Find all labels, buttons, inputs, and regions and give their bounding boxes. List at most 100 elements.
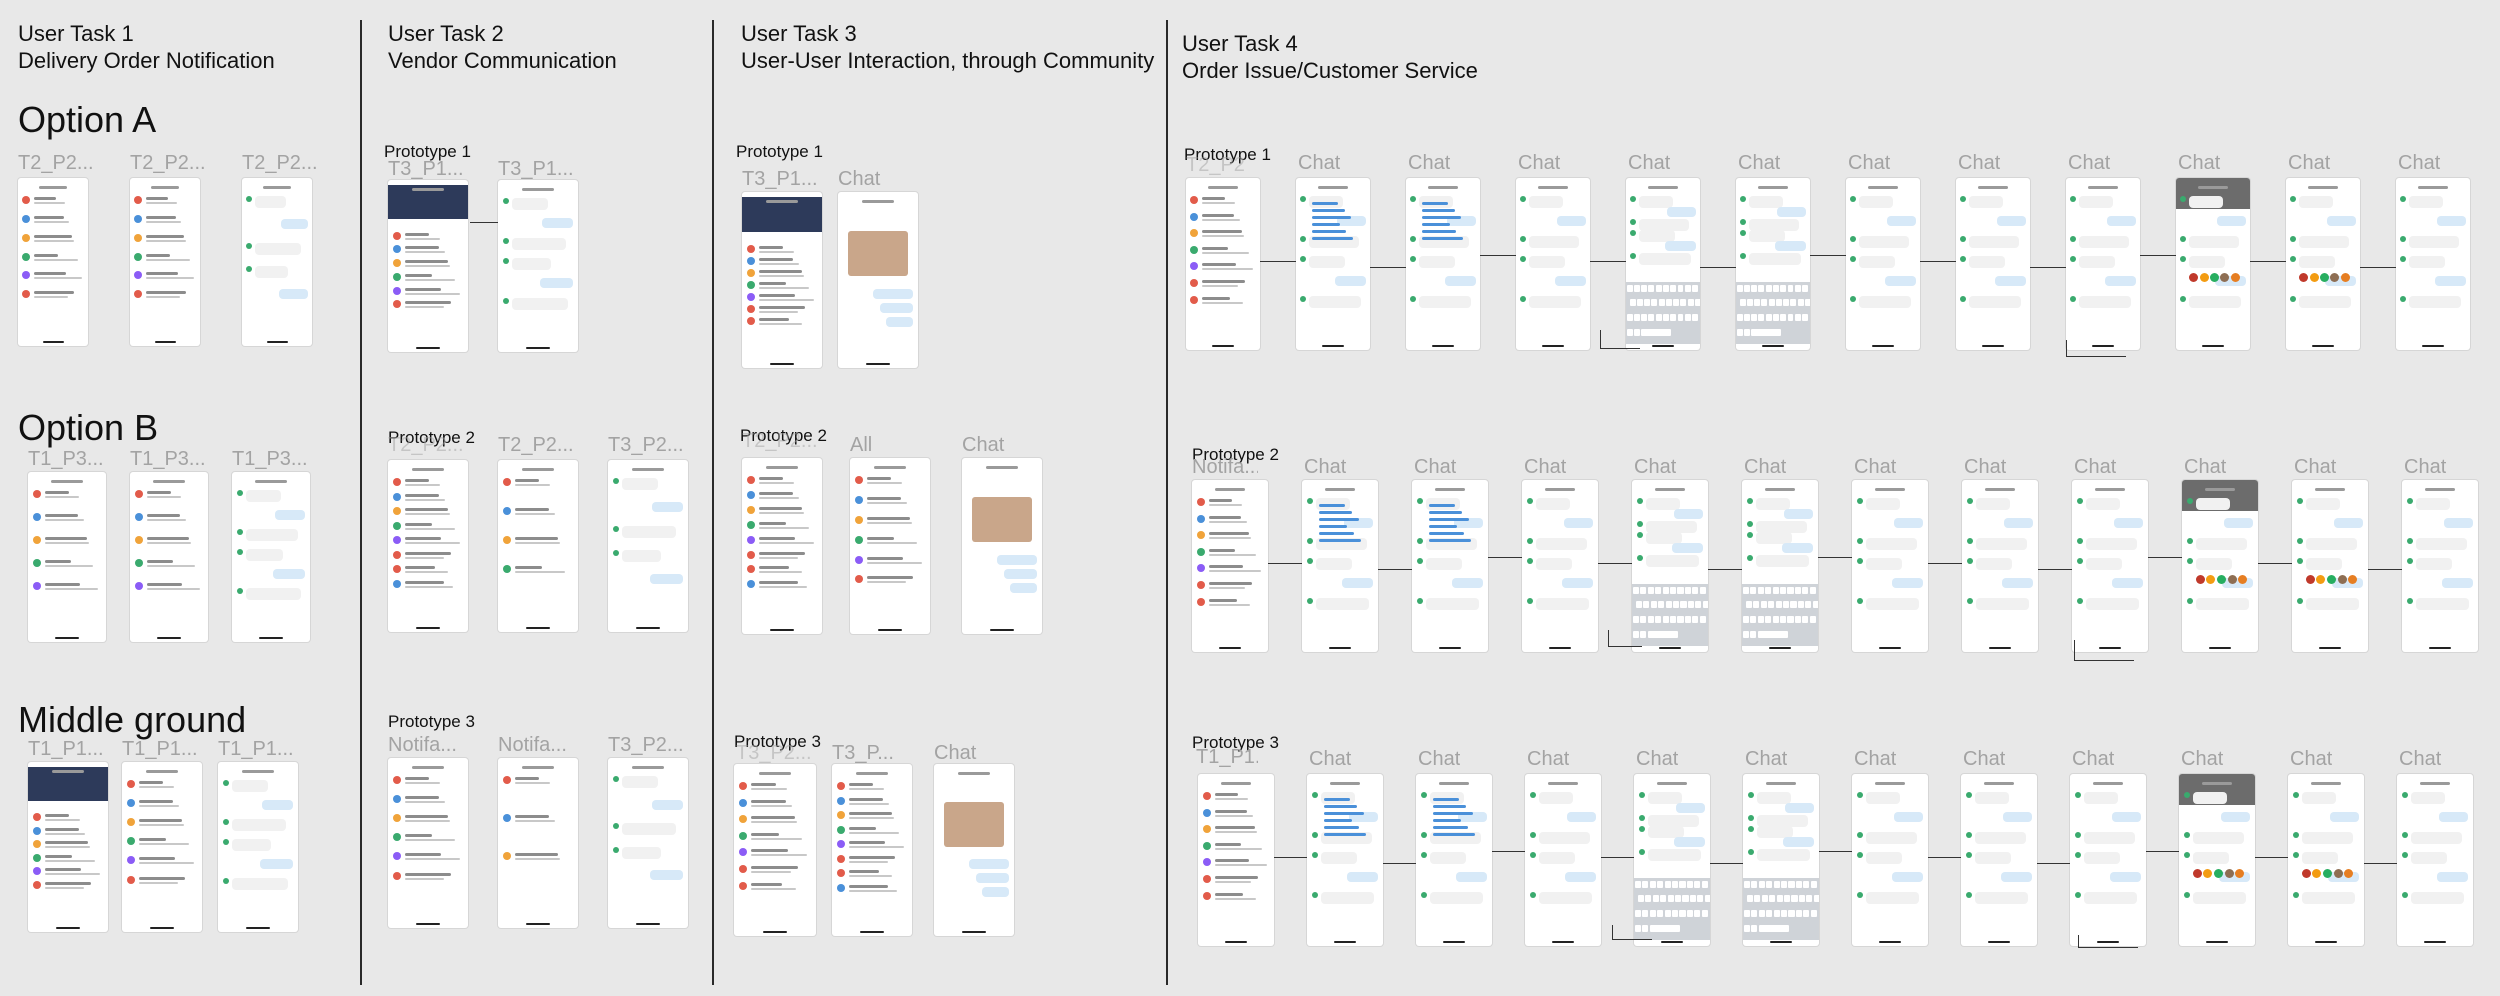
row-subtitle-line: [1208, 603, 1251, 606]
row-subtitle-line: [44, 518, 84, 521]
faq-link: [1318, 504, 1346, 507]
agent-avatar: [2180, 255, 2187, 262]
incoming-message: [1419, 255, 1455, 268]
row-subtitle-line: [1202, 268, 1254, 271]
incoming-message: [622, 525, 676, 538]
screen-title-bar: [51, 480, 83, 483]
flow-connector: [1601, 857, 1634, 859]
flow-connector: [1600, 348, 1640, 349]
row-subtitle-line: [866, 521, 912, 524]
incoming-message: [1535, 537, 1587, 550]
keyboard-key: [1680, 601, 1687, 609]
avatar: [32, 867, 41, 876]
phone-mockup: [2402, 480, 2478, 652]
incoming-message: [1529, 255, 1565, 268]
post-photo: [847, 230, 909, 277]
agent-avatar: [1850, 255, 1857, 262]
row-subtitle-line: [404, 801, 445, 804]
outgoing-message: [1556, 215, 1586, 226]
avatar: [1190, 278, 1199, 287]
home-indicator: [1211, 345, 1235, 347]
row-subtitle-line: [404, 278, 455, 281]
frame-label: All: [850, 434, 873, 456]
list-row: [126, 799, 197, 808]
row-subtitle-line: [404, 251, 445, 254]
avatar: [746, 281, 755, 289]
flow-connector: [1492, 851, 1525, 853]
row-subtitle-line: [404, 513, 450, 516]
row-title-line: [138, 857, 176, 861]
outgoing-message: [1456, 871, 1488, 882]
list-row: [392, 814, 463, 823]
list-row: [32, 840, 103, 849]
agent-avatar: [2186, 498, 2193, 504]
home-indicator: [1438, 647, 1462, 649]
incoming-message: [1755, 554, 1809, 567]
avatar: [32, 512, 41, 521]
avatar: [836, 796, 845, 805]
row-subtitle-line: [848, 889, 898, 892]
keyboard-key: [1660, 895, 1667, 903]
agent-avatar: [2406, 537, 2413, 544]
flow-connector: [2038, 569, 2072, 571]
row-title-line: [1202, 213, 1234, 217]
emoji-icon: [2348, 574, 2358, 584]
row-title-line: [404, 301, 451, 305]
phone-mockup: [388, 460, 468, 632]
screen-title-bar: [2310, 782, 2342, 785]
agent-avatar: [222, 819, 229, 826]
keyboard-key: [1632, 616, 1639, 624]
home-indicator: [1871, 345, 1895, 347]
home-indicator: [2311, 345, 2335, 347]
row-title-line: [146, 536, 189, 540]
incoming-message: [1538, 831, 1590, 844]
list-row: [746, 476, 817, 485]
avatar: [746, 535, 755, 544]
row-subtitle-line: [758, 496, 799, 499]
frame-label: T2_P2...: [130, 152, 206, 174]
home-indicator: [1987, 941, 2011, 943]
keyboard-key: [1750, 616, 1757, 624]
row-title-line: [866, 477, 892, 480]
incoming-message: [2410, 891, 2464, 904]
avatar: [134, 214, 143, 223]
frame-label: Chat: [1298, 152, 1341, 174]
keyboard-key: [1743, 284, 1750, 292]
screen-title-bar: [412, 188, 444, 191]
faq-link: [1323, 812, 1364, 815]
phone-mockup: [2292, 480, 2368, 652]
agent-avatar: [2290, 196, 2297, 202]
list-row: [392, 259, 463, 268]
faq-link: [1422, 209, 1455, 212]
faq-link: [1312, 209, 1345, 212]
keyboard-key: [1665, 601, 1672, 609]
avatar: [746, 268, 755, 277]
row-title-line: [44, 582, 81, 586]
keyboard-key: [1642, 910, 1649, 918]
row-subtitle-line: [750, 887, 796, 890]
faq-link: [1428, 525, 1457, 528]
incoming-message: [1645, 520, 1697, 533]
phone-mockup: [388, 758, 468, 928]
frame-label: Chat: [1745, 748, 1788, 770]
phone-mockup: [1852, 774, 1928, 946]
outgoing-message: [1776, 207, 1806, 218]
screen-title-bar: [2088, 186, 2118, 189]
row-subtitle-line: [34, 277, 83, 280]
avatar: [746, 293, 755, 302]
outgoing-message: [1783, 837, 1815, 848]
row-title-line: [750, 799, 786, 803]
agent-avatar: [2296, 498, 2303, 504]
row-title-line: [34, 197, 56, 200]
keyboard-key: [1643, 601, 1650, 609]
screen-title-bar: [1874, 488, 1906, 491]
list-row: [392, 245, 463, 254]
incoming-message: [1865, 792, 1900, 804]
home-indicator: [157, 637, 181, 639]
incoming-message: [1859, 235, 1909, 248]
phone-mockup: [838, 192, 918, 368]
outgoing-message: [2333, 517, 2364, 528]
keyboard-key: [1626, 329, 1633, 337]
row-subtitle-line: [44, 564, 94, 567]
avatar: [746, 305, 755, 314]
